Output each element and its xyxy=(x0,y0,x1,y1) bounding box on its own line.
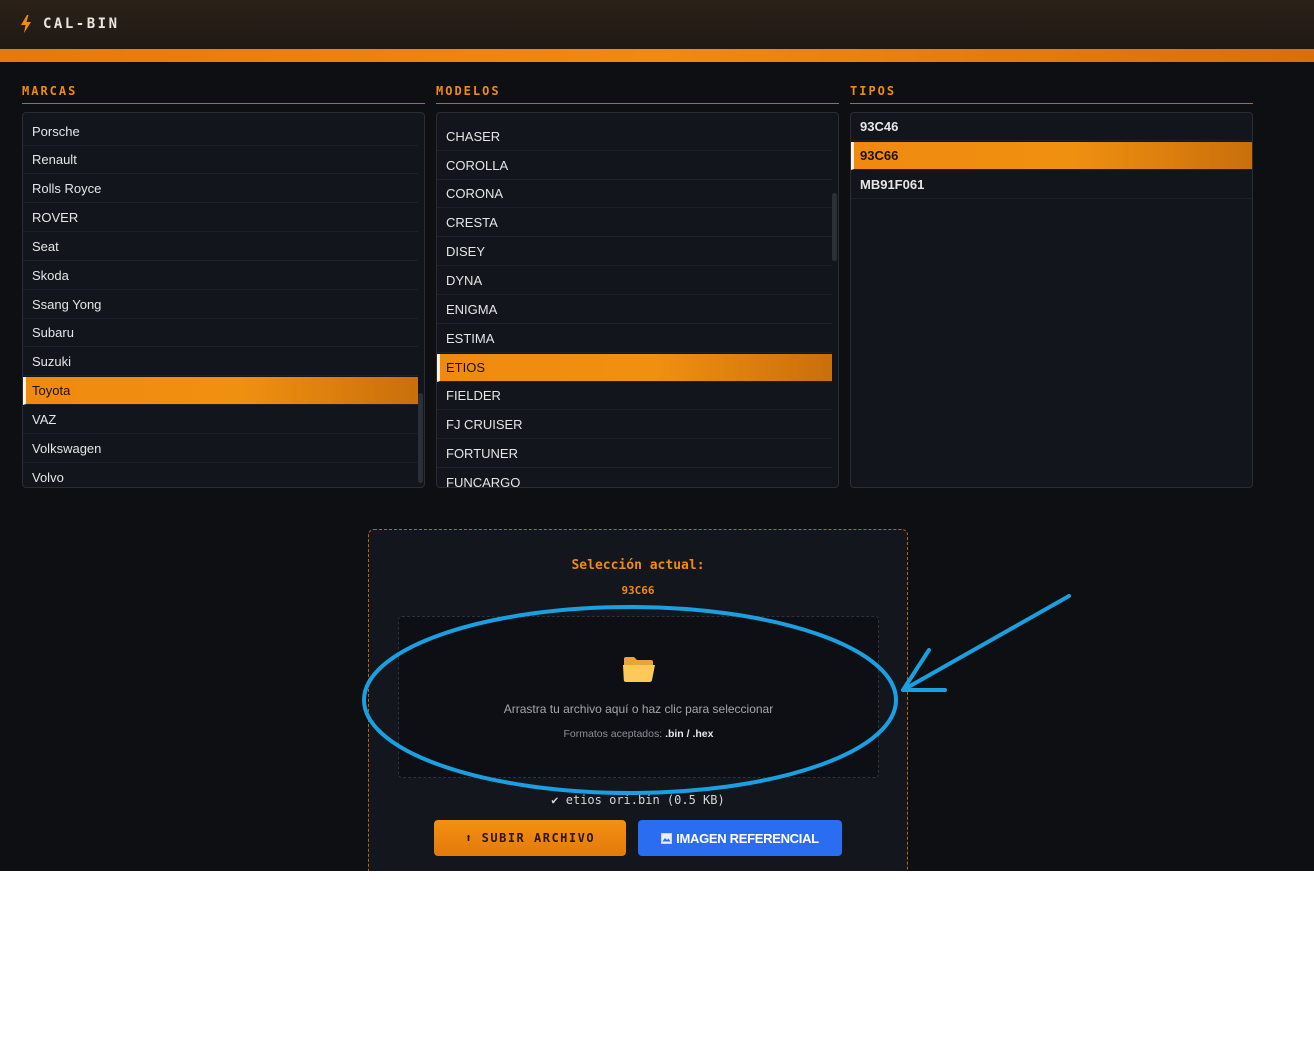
formats-value: .bin / .hex xyxy=(665,728,714,740)
column-title-marcas: MARCAS xyxy=(22,84,425,104)
list-item-corona[interactable]: CORONA xyxy=(437,180,832,208)
list-item-estima[interactable]: ESTIMA xyxy=(437,325,832,353)
arrow-up-icon: ⬆ xyxy=(464,831,474,845)
list-item-fj-cruiser[interactable]: FJ CRUISER xyxy=(437,411,832,439)
reference-button-label: IMAGEN REFERENCIAL xyxy=(676,830,819,846)
dropzone-instructions: Arrastra tu archivo aquí o haz clic para… xyxy=(503,702,774,716)
file-dropzone[interactable]: Arrastra tu archivo aquí o haz clic para… xyxy=(398,616,879,778)
list-item-vaz[interactable]: VAZ xyxy=(23,406,418,434)
list-item-93c66-selected[interactable]: 93C66 xyxy=(851,142,1252,170)
list-item-enigma[interactable]: ENIGMA xyxy=(437,296,832,324)
list-item-funcargo[interactable]: FUNCARGO xyxy=(437,469,832,487)
list-item-skoda[interactable]: Skoda xyxy=(23,262,418,290)
accent-bar xyxy=(0,49,1314,62)
list-item-seat[interactable]: Seat xyxy=(23,233,418,261)
list-item-fielder[interactable]: FIELDER xyxy=(437,382,832,410)
list-item-rolls-royce[interactable]: Rolls Royce xyxy=(23,175,418,203)
list-item-renault[interactable]: Renault xyxy=(23,146,418,174)
selection-label: Selección actual: xyxy=(571,558,705,573)
list-item-porsche[interactable]: Porsche xyxy=(23,118,418,146)
top-bar: CAL-BIN xyxy=(0,0,1314,49)
column-title-modelos: MODELOS xyxy=(436,84,839,104)
formats-label: Formatos aceptados: xyxy=(563,728,663,740)
reference-image-button[interactable]: IMAGEN REFERENCIAL xyxy=(638,820,842,856)
list-item-cresta[interactable]: CRESTA xyxy=(437,209,832,237)
list-item-toyota-selected[interactable]: Toyota xyxy=(23,377,418,405)
column-tipos: TIPOS 93C46 93C66 MB91F061 xyxy=(850,84,1253,488)
list-item-rover[interactable]: ROVER xyxy=(23,204,418,232)
marcas-list[interactable]: Porsche Renault Rolls Royce ROVER Seat S… xyxy=(22,112,425,488)
upload-button[interactable]: ⬆ SUBIR ARCHIVO xyxy=(434,820,626,856)
list-item-suzuki[interactable]: Suzuki xyxy=(23,348,418,376)
app-title: CAL-BIN xyxy=(43,16,120,32)
column-modelos: MODELOS CHASER COROLLA CORONA CRESTA DIS… xyxy=(436,84,839,488)
column-title-tipos: TIPOS xyxy=(850,84,1253,104)
list-item-ssang-yong[interactable]: Ssang Yong xyxy=(23,291,418,319)
list-item-volvo[interactable]: Volvo xyxy=(23,464,418,487)
list-item-subaru[interactable]: Subaru xyxy=(23,319,418,347)
image-icon xyxy=(661,832,673,844)
accepted-formats: Formatos aceptados: .bin / .hex xyxy=(399,728,878,740)
list-item-fortuner[interactable]: FORTUNER xyxy=(437,440,832,468)
list-item-etios-selected[interactable]: ETIOS xyxy=(437,354,832,382)
app-window: CAL-BIN MARCAS Porsche Renault Rolls Roy… xyxy=(0,0,1314,871)
loaded-file-name: ✔ etios ori.bin (0.5 KB) xyxy=(551,793,725,807)
list-item-volkswagen[interactable]: Volkswagen xyxy=(23,435,418,463)
upload-button-label: SUBIR ARCHIVO xyxy=(481,831,596,845)
modelos-scrollbar[interactable] xyxy=(832,193,837,261)
folder-icon xyxy=(623,657,655,682)
marcas-scrollbar[interactable] xyxy=(418,393,423,483)
list-item-chaser[interactable]: CHASER xyxy=(437,123,832,151)
list-item-corolla[interactable]: COROLLA xyxy=(437,152,832,180)
modelos-list[interactable]: CHASER COROLLA CORONA CRESTA DISEY DYNA … xyxy=(436,112,839,488)
list-item-93c46[interactable]: 93C46 xyxy=(851,113,1252,141)
list-item-mb91f061[interactable]: MB91F061 xyxy=(851,171,1252,199)
list-item-dyna[interactable]: DYNA xyxy=(437,267,832,295)
lightning-bolt-icon xyxy=(21,15,31,33)
column-marcas: MARCAS Porsche Renault Rolls Royce ROVER… xyxy=(22,84,425,488)
tipos-list[interactable]: 93C46 93C66 MB91F061 xyxy=(850,112,1253,488)
list-item-disey[interactable]: DISEY xyxy=(437,238,832,266)
selection-value: 93C66 xyxy=(621,584,655,597)
upload-panel: Selección actual: 93C66 Arrastra tu arch… xyxy=(368,529,908,871)
